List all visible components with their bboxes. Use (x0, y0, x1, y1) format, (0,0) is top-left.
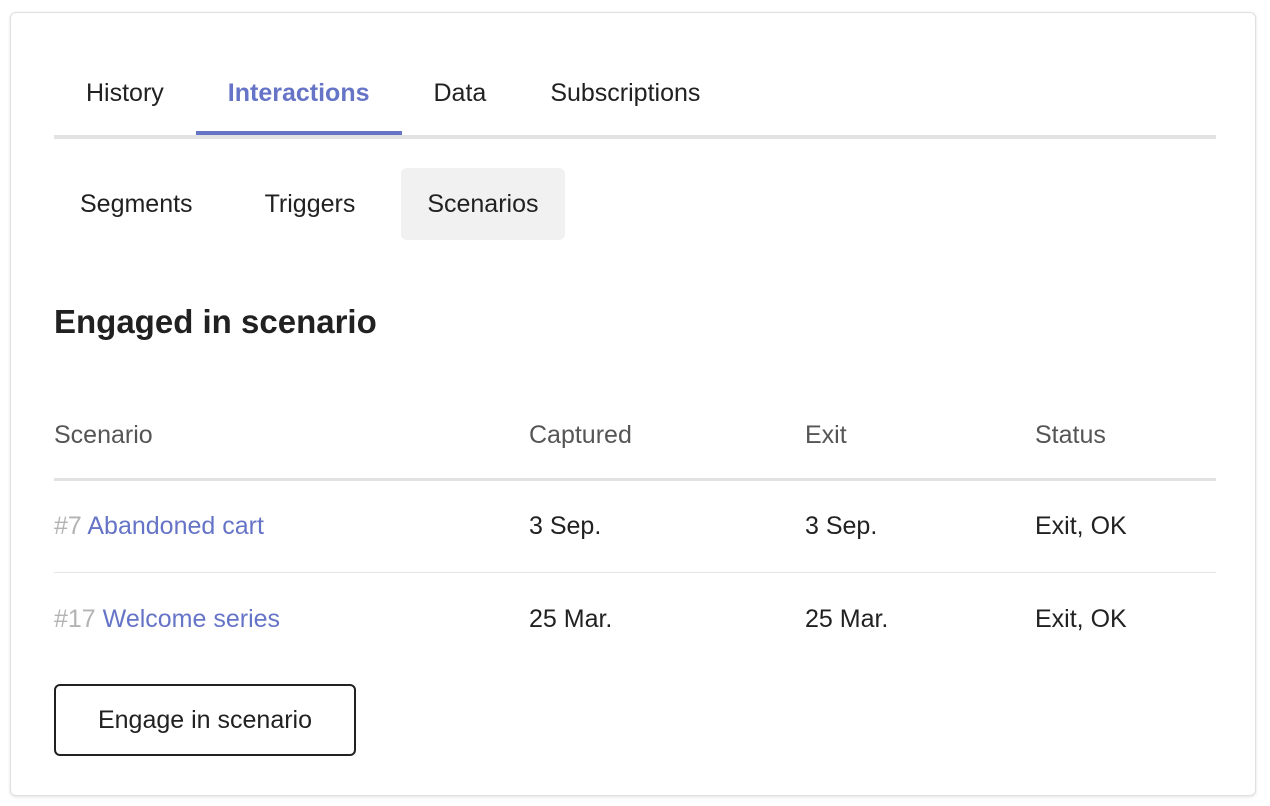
captured-cell: 3 Sep. (529, 512, 602, 540)
scenario-link[interactable]: Abandoned cart (87, 512, 264, 540)
engage-in-scenario-button[interactable]: Engage in scenario (54, 684, 356, 756)
captured-cell: 25 Mar. (529, 604, 613, 633)
primary-tabs: History Interactions Data Subscriptions (54, 71, 1216, 139)
table-row: #17 Welcome series 25 Mar. 25 Mar. Exit,… (54, 573, 1216, 665)
scenario-cell: #17 Welcome series (54, 605, 529, 634)
table-row: #7 Abandoned cart 3 Sep. 3 Sep. Exit, OK (54, 481, 1216, 573)
exit-cell: 3 Sep. (805, 512, 878, 540)
subtab-segments[interactable]: Segments (54, 168, 219, 240)
status-cell: Exit, OK (1035, 604, 1127, 633)
column-header-status: Status (1035, 421, 1106, 449)
column-header-exit: Exit (805, 421, 847, 449)
subtab-triggers[interactable]: Triggers (239, 168, 382, 240)
column-header-captured: Captured (529, 421, 632, 449)
scenario-link[interactable]: Welcome series (103, 605, 280, 633)
scenario-cell: #7 Abandoned cart (54, 512, 529, 541)
tab-data[interactable]: Data (402, 71, 519, 125)
interactions-card: History Interactions Data Subscriptions … (10, 12, 1256, 796)
secondary-tabs: Segments Triggers Scenarios (54, 168, 585, 240)
exit-cell: 25 Mar. (805, 604, 889, 633)
status-cell: Exit, OK (1035, 512, 1127, 540)
subtab-scenarios[interactable]: Scenarios (401, 168, 565, 240)
scenario-id: #7 (54, 512, 88, 540)
table-header: Scenario Captured Exit Status (54, 393, 1216, 481)
scenario-id: #17 (54, 604, 103, 633)
column-header-scenario: Scenario (54, 421, 153, 449)
section-title: Engaged in scenario (54, 303, 377, 340)
tab-subscriptions[interactable]: Subscriptions (518, 71, 732, 125)
tab-interactions[interactable]: Interactions (195, 71, 402, 135)
tab-history[interactable]: History (54, 71, 196, 125)
scenario-table: Scenario Captured Exit Status #7 Abandon… (54, 393, 1216, 665)
